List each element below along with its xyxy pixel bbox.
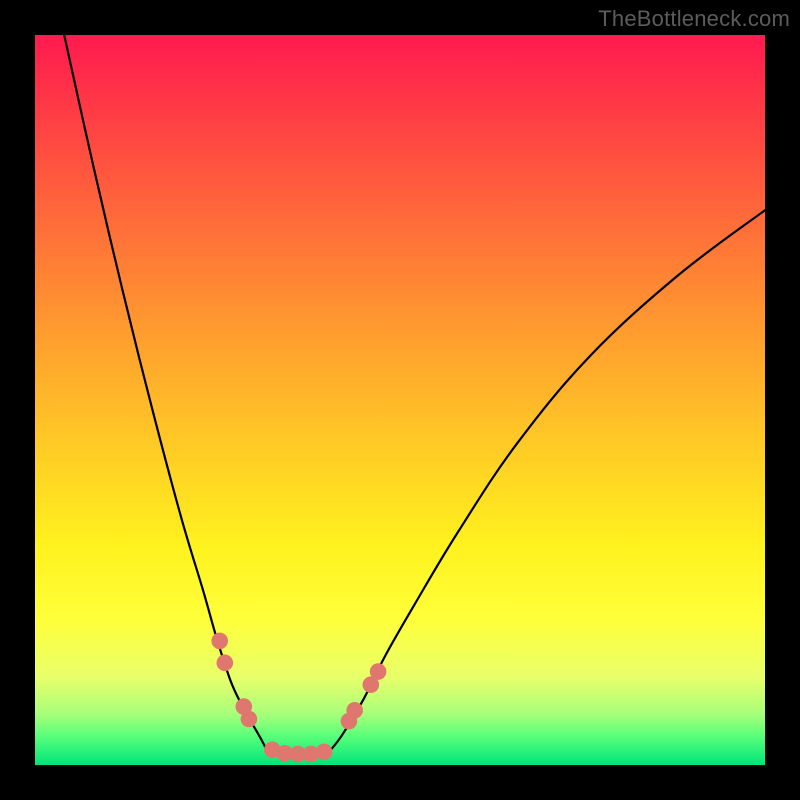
watermark-label: TheBottleneck.com <box>598 6 790 32</box>
plot-area <box>35 35 765 765</box>
plot-svg <box>35 35 765 765</box>
left-curve <box>64 35 268 754</box>
marker-dot <box>211 633 228 650</box>
marker-dot <box>346 702 363 719</box>
marker-dot <box>370 663 387 680</box>
marker-dot <box>217 655 234 672</box>
marker-dot <box>316 744 333 761</box>
right-curve <box>327 210 765 754</box>
chart-frame: TheBottleneck.com <box>0 0 800 800</box>
marker-dot <box>241 711 258 728</box>
